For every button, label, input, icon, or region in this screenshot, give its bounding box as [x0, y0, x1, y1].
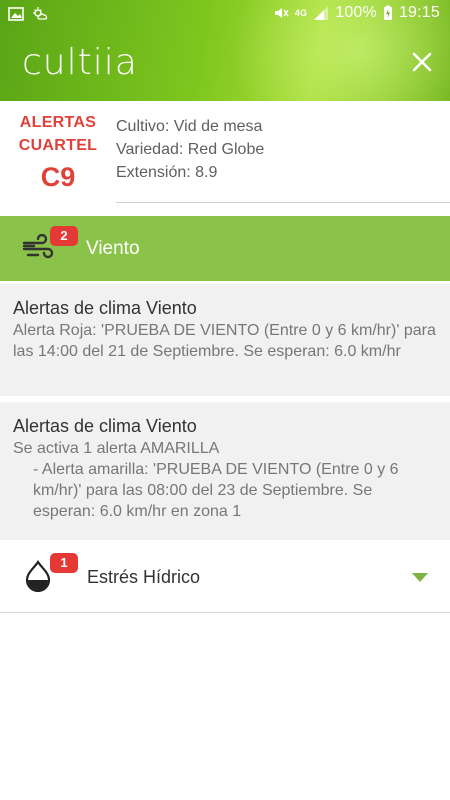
extension-label: Extensión: 8.9 — [116, 164, 218, 181]
wind-section-label: Viento — [86, 238, 140, 259]
close-icon[interactable] — [410, 50, 434, 74]
chevron-down-icon[interactable] — [412, 573, 428, 582]
signal-icon — [314, 6, 329, 20]
crop-details: Cultivo: Vid de mesa Variedad: Red Globe… — [116, 115, 264, 184]
mute-icon — [274, 8, 289, 18]
unit-heading: CUARTEL — [18, 137, 98, 154]
alert-card-title: Alertas de clima Viento — [13, 416, 197, 436]
water-stress-alert-count-badge: 1 — [50, 553, 78, 573]
alert-summary: ALERTAS CUARTEL C9 Cultivo: Vid de mesa … — [0, 101, 450, 216]
alert-card-title: Alertas de clima Viento — [13, 298, 197, 318]
battery-charging-icon — [383, 5, 392, 20]
section-header-water-stress[interactable]: 1 Estrés Hídrico — [0, 542, 450, 612]
battery-percent: 100% — [335, 4, 377, 21]
unit-code: C9 — [40, 162, 76, 192]
alert-card: Alertas de clima Viento Se activa 1 aler… — [0, 402, 450, 540]
clock: 19:15 — [398, 4, 440, 21]
app-bar: cultiia — [0, 30, 450, 101]
summary-divider — [116, 202, 450, 203]
variety-label: Variedad: Red Globe — [116, 141, 265, 158]
alert-card-detail: - Alerta amarilla: 'PRUEBA DE VIENTO (En… — [33, 461, 399, 520]
section-divider — [0, 612, 450, 613]
status-bar: 4G 100% 19:15 — [0, 0, 450, 30]
alert-card: Alertas de clima Viento Alerta Roja: 'PR… — [0, 284, 450, 396]
alert-card-body: Alerta Roja: 'PRUEBA DE VIENTO (Entre 0 … — [13, 322, 436, 360]
network-type: 4G — [294, 8, 308, 18]
wind-alert-count-badge: 2 — [50, 226, 78, 246]
weather-notification-icon — [33, 7, 48, 20]
water-drop-icon — [25, 560, 51, 592]
app-logo: cultiia — [22, 42, 138, 83]
alerts-heading: ALERTAS — [19, 114, 97, 131]
alert-unit-block: ALERTAS CUARTEL C9 — [0, 111, 116, 195]
water-stress-section-label: Estrés Hídrico — [87, 567, 201, 587]
image-notification-icon — [8, 7, 24, 21]
app-header: 4G 100% 19:15 cultiia — [0, 0, 450, 101]
crop-label: Cultivo: Vid de mesa — [116, 118, 263, 135]
alert-card-body: Se activa 1 alerta AMARILLA — [13, 440, 220, 457]
section-header-wind[interactable]: 2 Viento — [0, 216, 450, 281]
